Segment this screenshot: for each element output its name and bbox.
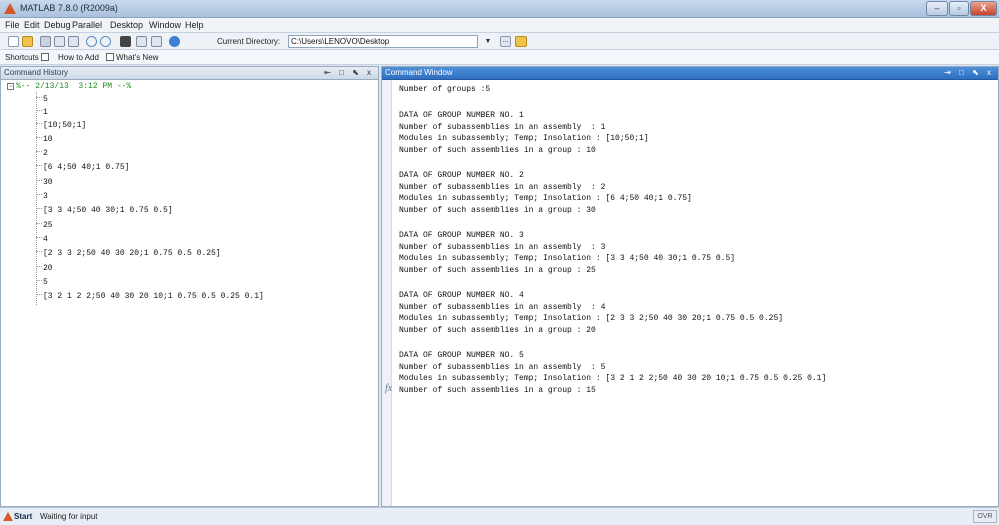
output-line: Number of groups :5	[399, 85, 491, 94]
maximize-button[interactable]: ▫	[949, 1, 969, 16]
output-line: Number of such assemblies in a group : 1…	[399, 386, 596, 395]
command-window-titlebar: Command Window ⇥ □ ⬉ x	[382, 67, 998, 80]
shortcuts-bar: Shortcuts How to Add What's New	[0, 50, 999, 65]
history-item[interactable]: 1	[36, 108, 48, 117]
command-history-panel: Command History ⇤ □ ⬉ x − %-- 2/13/13 3:1…	[0, 66, 379, 507]
output-line: Number of subassemblies in an assembly :…	[399, 123, 606, 132]
history-item[interactable]: 5	[36, 95, 48, 104]
current-directory-input[interactable]	[288, 35, 478, 48]
history-item[interactable]: 20	[36, 264, 53, 273]
panel-controls[interactable]: ⇥ □ ⬉ x	[944, 67, 994, 79]
history-item[interactable]: [3 3 4;50 40 30;1 0.75 0.5]	[36, 206, 173, 215]
command-window-title: Command Window	[385, 68, 453, 77]
fx-prompt-icon[interactable]: fx	[385, 383, 392, 394]
output-line: DATA OF GROUP NUMBER NO. 3	[399, 231, 524, 240]
command-history-titlebar: Command History ⇤ □ ⬉ x	[1, 67, 378, 80]
paste-icon[interactable]	[68, 36, 79, 47]
status-text: Waiting for input	[40, 512, 98, 521]
redo-icon[interactable]	[100, 36, 111, 47]
profiler-icon[interactable]	[151, 36, 162, 47]
history-item[interactable]: 3	[36, 192, 48, 201]
menu-debug[interactable]: Debug	[44, 20, 71, 30]
output-line: Number of subassemblies in an assembly :…	[399, 303, 606, 312]
history-item[interactable]: [2 3 3 2;50 40 30 20;1 0.75 0.5 0.25]	[36, 249, 221, 258]
history-session-header[interactable]: − %-- 2/13/13 3:12 PM --%	[7, 82, 131, 91]
menu-edit[interactable]: Edit	[24, 20, 40, 30]
menu-window[interactable]: Window	[149, 20, 181, 30]
output-line: Modules in subassembly; Temp; Insolation…	[399, 254, 736, 263]
output-line: Number of subassemblies in an assembly :…	[399, 183, 606, 192]
matlab-start-icon	[3, 512, 13, 521]
output-line: Modules in subassembly; Temp; Insolation…	[399, 314, 784, 323]
output-line: Number of subassemblies in an assembly :…	[399, 243, 606, 252]
history-item[interactable]: 25	[36, 221, 53, 230]
simulink-icon[interactable]	[120, 36, 131, 47]
history-item[interactable]: 4	[36, 235, 48, 244]
browse-folder-button[interactable]: ...	[500, 36, 511, 47]
command-history-title: Command History	[4, 68, 69, 77]
session-timestamp: %-- 2/13/13 3:12 PM --%	[16, 82, 132, 91]
window-title: MATLAB 7.8.0 (R2009a)	[20, 3, 118, 13]
output-line: Modules in subassembly; Temp; Insolation…	[399, 374, 827, 383]
history-item[interactable]: [10;50;1]	[36, 121, 86, 130]
title-bar: MATLAB 7.8.0 (R2009a) – ▫ X	[0, 0, 999, 18]
history-item[interactable]: [6 4;50 40;1 0.75]	[36, 163, 129, 172]
current-directory-dropdown[interactable]: ▼	[478, 35, 498, 48]
overwrite-indicator: OVR	[973, 510, 997, 523]
collapse-icon[interactable]: −	[7, 83, 14, 90]
cut-icon[interactable]	[40, 36, 51, 47]
output-line: Number of such assemblies in a group : 1…	[399, 146, 596, 155]
output-line: Number of such assemblies in a group : 3…	[399, 206, 596, 215]
minimize-button[interactable]: –	[926, 1, 948, 16]
shortcuts-menu[interactable]: Shortcuts	[5, 53, 51, 62]
up-folder-icon[interactable]	[515, 36, 527, 47]
current-directory-label: Current Directory:	[217, 37, 281, 46]
command-window-gutter	[382, 80, 392, 506]
history-item[interactable]: 5	[36, 278, 48, 287]
new-file-icon[interactable]	[8, 36, 19, 47]
menu-bar: File Edit Debug Parallel Desktop Window …	[0, 18, 999, 33]
toolbar: Current Directory: ▼ ...	[0, 33, 999, 50]
menu-parallel[interactable]: Parallel	[72, 20, 102, 30]
output-line: Number of such assemblies in a group : 2…	[399, 266, 596, 275]
command-window-panel: Command Window ⇥ □ ⬉ x Number of groups …	[381, 66, 999, 507]
output-line: DATA OF GROUP NUMBER NO. 2	[399, 171, 524, 180]
output-line: DATA OF GROUP NUMBER NO. 4	[399, 291, 524, 300]
output-line: DATA OF GROUP NUMBER NO. 1	[399, 111, 524, 120]
help-icon[interactable]	[169, 36, 180, 47]
whats-new-link[interactable]: What's New	[116, 53, 158, 62]
output-line: Number of subassemblies in an assembly :…	[399, 363, 606, 372]
undo-icon[interactable]	[86, 36, 97, 47]
output-line: DATA OF GROUP NUMBER NO. 5	[399, 351, 524, 360]
history-item[interactable]: [3 2 1 2 2;50 40 30 20 10;1 0.75 0.5 0.2…	[36, 292, 264, 301]
output-line: Number of such assemblies in a group : 2…	[399, 326, 596, 335]
panel-controls[interactable]: ⇤ □ ⬉ x	[324, 67, 374, 79]
open-folder-icon[interactable]	[22, 36, 33, 47]
shortcut-add-icon	[40, 53, 49, 61]
output-line: Modules in subassembly; Temp; Insolation…	[399, 194, 692, 203]
menu-desktop[interactable]: Desktop	[110, 20, 143, 30]
menu-help[interactable]: Help	[185, 20, 204, 30]
history-item[interactable]: 30	[36, 178, 53, 187]
whats-new-icon	[104, 53, 116, 62]
close-button[interactable]: X	[970, 1, 997, 16]
copy-icon[interactable]	[54, 36, 65, 47]
how-to-add-link[interactable]: How to Add	[58, 53, 99, 62]
menu-file[interactable]: File	[5, 20, 20, 30]
start-label: Start	[14, 512, 33, 521]
guide-icon[interactable]	[136, 36, 147, 47]
matlab-logo-icon	[4, 3, 16, 14]
status-bar: Start Waiting for input OVR	[0, 507, 999, 525]
output-line: Modules in subassembly; Temp; Insolation…	[399, 134, 649, 143]
history-item[interactable]: 2	[36, 149, 48, 158]
start-button[interactable]: Start	[2, 510, 32, 523]
history-item[interactable]: 10	[36, 135, 53, 144]
shortcuts-label: Shortcuts	[5, 53, 39, 62]
